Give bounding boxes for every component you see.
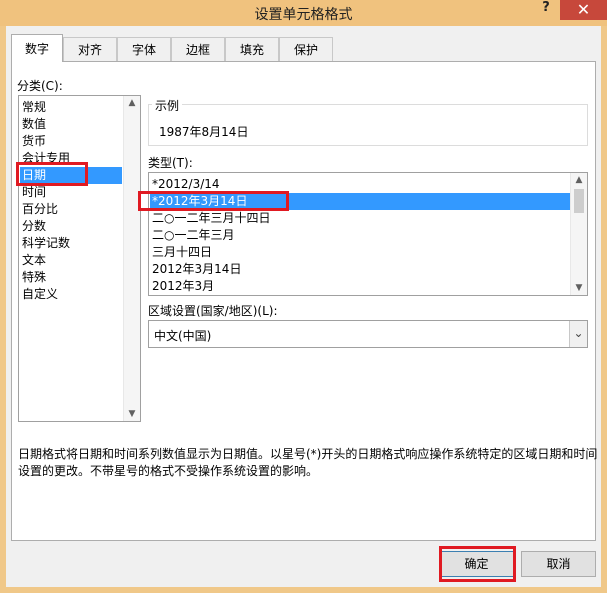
category-item[interactable]: 数值	[22, 116, 46, 133]
scroll-thumb[interactable]	[574, 189, 584, 213]
format-description: 日期格式将日期和时间系列数值显示为日期值。以星号(*)开头的日期格式响应操作系统…	[18, 447, 598, 478]
category-item[interactable]: 百分比	[22, 201, 58, 218]
category-label: 分类(C):	[17, 79, 63, 93]
cancel-button[interactable]: 取消	[521, 551, 596, 577]
sample-group: 1987年8月14日	[148, 104, 588, 146]
sample-label: 示例	[152, 97, 183, 114]
category-scrollbar[interactable]: ▲ ▼	[123, 96, 140, 421]
tab-alignment[interactable]: 对齐	[63, 37, 117, 61]
scroll-up-icon[interactable]: ▲	[571, 175, 587, 185]
type-item-selected[interactable]: *2012年3月14日	[150, 193, 571, 210]
category-item[interactable]: 科学记数	[22, 235, 70, 252]
type-scrollbar[interactable]: ▲ ▼	[570, 173, 587, 295]
category-item[interactable]: 分数	[22, 218, 46, 235]
tab-font[interactable]: 字体	[117, 37, 171, 61]
category-list[interactable]: 常规 数值 货币 会计专用 日期 时间 百分比 分数 科学记数 文本 特殊 自定…	[18, 95, 141, 422]
title-bar: 设置单元格格式 ? ✕	[0, 0, 607, 26]
tab-number[interactable]: 数字	[11, 34, 63, 62]
type-list[interactable]: *2012/3/14 *2012年3月14日 二○一二年三月十四日 二○一二年三…	[148, 172, 588, 296]
scroll-up-icon[interactable]: ▲	[124, 98, 140, 108]
type-item[interactable]: 2012年3月14日	[152, 261, 241, 278]
dialog-title: 设置单元格格式	[254, 7, 353, 23]
type-item[interactable]: 2012年3月	[152, 278, 214, 295]
tab-border[interactable]: 边框	[171, 37, 225, 61]
category-item[interactable]: 时间	[22, 184, 46, 201]
type-item[interactable]: 二○一二年三月十四日	[152, 210, 270, 227]
scroll-down-icon[interactable]: ▼	[571, 283, 587, 293]
category-item[interactable]: 会计专用	[22, 150, 70, 167]
ok-button[interactable]: 确定	[439, 551, 514, 577]
category-item-selected[interactable]: 日期	[20, 167, 122, 184]
category-item[interactable]: 货币	[22, 133, 46, 150]
help-button[interactable]: ?	[538, 0, 554, 15]
locale-select[interactable]: 中文(中国) ⌄	[148, 320, 588, 348]
category-item[interactable]: 文本	[22, 252, 46, 269]
sample-value: 1987年8月14日	[159, 125, 249, 139]
watermark: Baidu 经验	[468, 516, 580, 540]
chevron-down-icon[interactable]: ⌄	[569, 321, 587, 347]
locale-value: 中文(中国)	[154, 329, 212, 343]
category-item[interactable]: 常规	[22, 99, 46, 116]
category-item[interactable]: 自定义	[22, 286, 58, 303]
close-button[interactable]: ✕	[560, 0, 607, 20]
type-item[interactable]: 三月十四日	[152, 244, 212, 261]
type-label: 类型(T):	[148, 156, 193, 170]
tab-fill[interactable]: 填充	[225, 37, 279, 61]
scroll-down-icon[interactable]: ▼	[124, 409, 140, 419]
dialog-body: 数字 对齐 字体 边框 填充 保护 分类(C): 常规 数值 货币 会计专用 日…	[6, 26, 601, 587]
type-item[interactable]: *2012/3/14	[152, 176, 220, 193]
category-item[interactable]: 特殊	[22, 269, 46, 286]
locale-label: 区域设置(国家/地区)(L):	[148, 304, 278, 318]
type-item[interactable]: 二○一二年三月	[152, 227, 234, 244]
tab-protection[interactable]: 保护	[279, 37, 333, 61]
